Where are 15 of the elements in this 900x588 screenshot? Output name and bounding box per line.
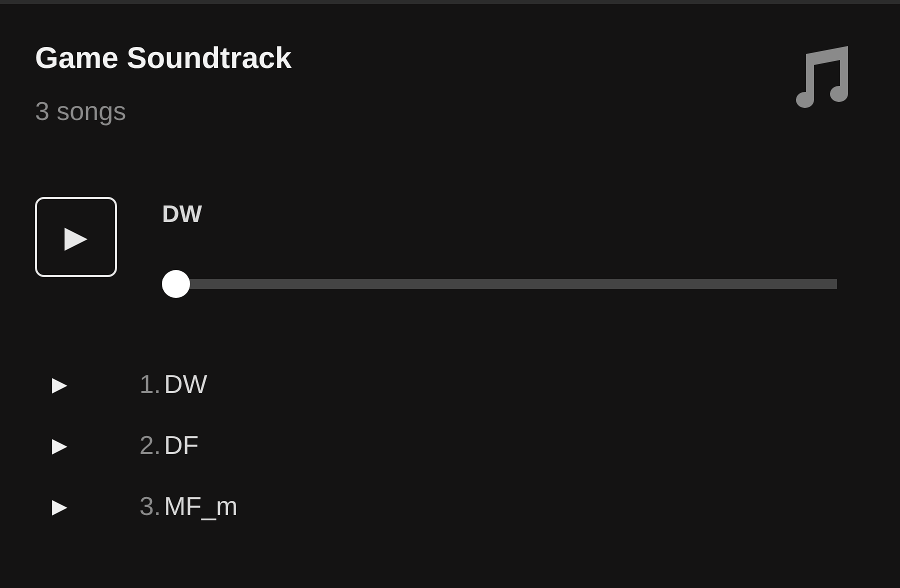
playlist-title: Game Soundtrack [35, 42, 292, 76]
track-title: DW [162, 201, 203, 229]
play-button[interactable]: ▶ [35, 197, 117, 277]
progress-slider[interactable] [162, 270, 837, 298]
song-count: 3 songs [35, 96, 128, 127]
slider-thumb[interactable] [162, 270, 190, 298]
song-title[interactable]: DW [164, 368, 208, 400]
play-icon[interactable]: ▶ [52, 494, 68, 518]
track-number: 1. [138, 368, 161, 400]
track-number: 3. [138, 490, 161, 522]
track-number: 2. [138, 430, 161, 460]
song-title[interactable]: DF [164, 430, 199, 460]
play-icon[interactable]: ▶ [52, 432, 68, 458]
play-icon[interactable]: ▶ [52, 372, 68, 396]
song-title[interactable]: MF_m [164, 490, 238, 522]
